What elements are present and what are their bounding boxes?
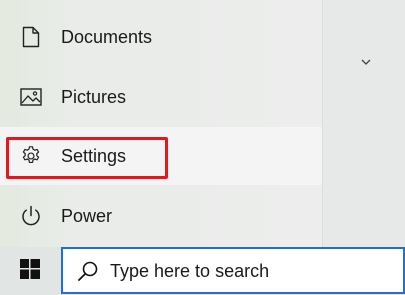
start-menu-panel: Documents Pictures Settings Power bbox=[0, 0, 322, 247]
pictures-icon bbox=[19, 85, 43, 109]
taskbar: Type here to search bbox=[0, 247, 405, 295]
start-menu-item-label: Pictures bbox=[61, 86, 127, 107]
start-tiles-area bbox=[322, 0, 405, 247]
document-icon bbox=[19, 25, 43, 49]
start-menu-item-label: Power bbox=[61, 205, 113, 226]
windows-logo-icon bbox=[20, 258, 40, 284]
start-button[interactable] bbox=[0, 247, 60, 295]
start-menu-item-label: Documents bbox=[61, 26, 153, 47]
gear-icon bbox=[19, 144, 43, 168]
search-placeholder: Type here to search bbox=[110, 261, 270, 281]
search-icon bbox=[77, 260, 99, 282]
start-menu-item-settings[interactable]: Settings bbox=[0, 127, 322, 185]
start-menu-item-pictures[interactable]: Pictures bbox=[0, 68, 322, 126]
start-menu-item-power[interactable]: Power bbox=[0, 187, 322, 245]
start-menu-item-documents[interactable]: Documents bbox=[0, 8, 322, 66]
start-menu-item-label: Settings bbox=[61, 145, 127, 166]
taskbar-search-box[interactable]: Type here to search bbox=[61, 247, 405, 294]
chevron-down-icon[interactable] bbox=[358, 54, 374, 70]
power-icon bbox=[19, 204, 43, 228]
